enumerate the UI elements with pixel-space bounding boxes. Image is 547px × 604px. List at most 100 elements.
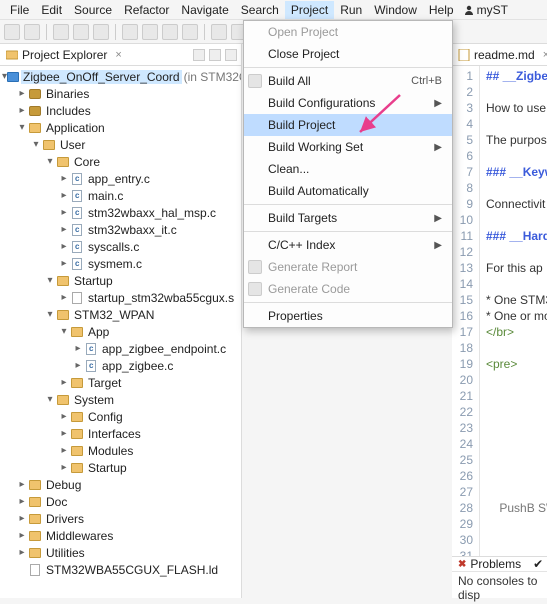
toolbar-button[interactable]	[53, 24, 69, 40]
tree-config[interactable]: ▸Config	[2, 408, 241, 425]
menu-file[interactable]: File	[4, 1, 35, 19]
tree-application[interactable]: ▾Application	[2, 119, 241, 136]
toolbar-button[interactable]	[122, 24, 138, 40]
menu-search[interactable]: Search	[235, 1, 285, 19]
expand-icon[interactable]: ▸	[16, 479, 28, 490]
toolbar-button[interactable]	[142, 24, 158, 40]
close-icon[interactable]: ×	[115, 49, 121, 61]
toolbar-button[interactable]	[162, 24, 178, 40]
tree-file[interactable]: ▸app_zigbee.c	[2, 357, 241, 374]
tree-system[interactable]: ▾System	[2, 391, 241, 408]
expand-icon[interactable]: ▸	[72, 360, 84, 371]
collapse-icon[interactable]: ▾	[16, 122, 28, 133]
tree-user[interactable]: ▾User	[2, 136, 241, 153]
expand-icon[interactable]: ▸	[58, 411, 70, 422]
expand-icon[interactable]: ▸	[58, 241, 70, 252]
collapse-icon[interactable]: ▾	[44, 309, 56, 320]
expand-icon[interactable]: ▸	[58, 173, 70, 184]
menu-window[interactable]: Window	[368, 1, 423, 19]
tree-ld-file[interactable]: STM32WBA55CGUX_FLASH.ld	[2, 561, 241, 578]
menu-build-project[interactable]: Build Project	[244, 114, 452, 136]
collapse-icon[interactable]: ▾	[58, 326, 70, 337]
tree-file[interactable]: ▸syscalls.c	[2, 238, 241, 255]
expand-icon[interactable]: ▸	[16, 105, 28, 116]
menu-help[interactable]: Help	[423, 1, 460, 19]
tree-stm32-wpan[interactable]: ▾STM32_WPAN	[2, 306, 241, 323]
view-menu-icon[interactable]	[225, 49, 237, 61]
collapse-icon[interactable]: ▾	[44, 275, 56, 286]
expand-icon[interactable]: ▸	[16, 530, 28, 541]
toolbar-button[interactable]	[73, 24, 89, 40]
tree-doc[interactable]: ▸Doc	[2, 493, 241, 510]
toolbar-button[interactable]	[211, 24, 227, 40]
tree-interfaces[interactable]: ▸Interfaces	[2, 425, 241, 442]
tree-utilities[interactable]: ▸Utilities	[2, 544, 241, 561]
code-area[interactable]: ## __Zigbee How to use The purpose ### _…	[480, 66, 547, 556]
tree-drivers[interactable]: ▸Drivers	[2, 510, 241, 527]
expand-icon[interactable]: ▸	[16, 496, 28, 507]
editor-body[interactable]: 1234567891011121314151617181920212223242…	[452, 66, 547, 556]
expand-icon[interactable]: ▸	[72, 343, 84, 354]
tree-file[interactable]: ▸stm32wbaxx_hal_msp.c	[2, 204, 241, 221]
tree-file[interactable]: ▸main.c	[2, 187, 241, 204]
expand-icon[interactable]: ▸	[16, 547, 28, 558]
tree-middlewares[interactable]: ▸Middlewares	[2, 527, 241, 544]
menu-build-working-set[interactable]: Build Working Set▶	[244, 136, 452, 158]
tab-tasks[interactable]: ✔Task	[527, 557, 547, 571]
tree-startup2[interactable]: ▸Startup	[2, 459, 241, 476]
tree-modules[interactable]: ▸Modules	[2, 442, 241, 459]
tree-binaries[interactable]: ▸Binaries	[2, 85, 241, 102]
toolbar-button[interactable]	[24, 24, 40, 40]
tree-core[interactable]: ▾Core	[2, 153, 241, 170]
menu-build-targets[interactable]: Build Targets▶	[244, 207, 452, 229]
tree-file[interactable]: ▸sysmem.c	[2, 255, 241, 272]
expand-icon[interactable]: ▸	[58, 224, 70, 235]
tab-readme[interactable]: readme.md ×	[452, 44, 547, 65]
tree-app[interactable]: ▾App	[2, 323, 241, 340]
menu-cpp-index[interactable]: C/C++ Index▶	[244, 234, 452, 256]
tree-file[interactable]: ▸app_entry.c	[2, 170, 241, 187]
project-tree[interactable]: ▾ Zigbee_OnOff_Server_Coord (in STM32Cu …	[0, 66, 241, 598]
expand-icon[interactable]: ▸	[58, 445, 70, 456]
tab-project-explorer[interactable]: Project Explorer ×	[0, 44, 128, 65]
expand-icon[interactable]: ▸	[16, 513, 28, 524]
expand-icon[interactable]: ▸	[58, 377, 70, 388]
link-editor-icon[interactable]	[193, 49, 205, 61]
menu-refactor[interactable]: Refactor	[118, 1, 175, 19]
menu-navigate[interactable]: Navigate	[175, 1, 234, 19]
tree-includes[interactable]: ▸Includes	[2, 102, 241, 119]
tree-file[interactable]: ▸app_zigbee_endpoint.c	[2, 340, 241, 357]
expand-icon[interactable]: ▸	[58, 207, 70, 218]
toolbar-button[interactable]	[4, 24, 20, 40]
expand-icon[interactable]: ▸	[58, 292, 70, 303]
tree-target[interactable]: ▸Target	[2, 374, 241, 391]
menu-close-project[interactable]: Close Project	[244, 43, 452, 65]
menu-build-configurations[interactable]: Build Configurations▶	[244, 92, 452, 114]
collapse-icon[interactable]: ▾	[44, 156, 56, 167]
collapse-all-icon[interactable]	[209, 49, 221, 61]
expand-icon[interactable]: ▸	[58, 258, 70, 269]
tree-debug[interactable]: ▸Debug	[2, 476, 241, 493]
expand-icon[interactable]: ▸	[16, 88, 28, 99]
close-icon[interactable]: ×	[543, 49, 547, 61]
expand-icon[interactable]: ▸	[58, 428, 70, 439]
tree-file[interactable]: ▸startup_stm32wba55cgux.s	[2, 289, 241, 306]
menu-properties[interactable]: Properties	[244, 305, 452, 327]
menu-build-all[interactable]: Build AllCtrl+B	[244, 70, 452, 92]
tree-file[interactable]: ▸stm32wbaxx_it.c	[2, 221, 241, 238]
collapse-icon[interactable]: ▾	[44, 394, 56, 405]
menu-run[interactable]: Run	[334, 1, 368, 19]
tree-startup[interactable]: ▾Startup	[2, 272, 241, 289]
menu-build-automatically[interactable]: Build Automatically	[244, 180, 452, 202]
menu-clean[interactable]: Clean...	[244, 158, 452, 180]
menu-edit[interactable]: Edit	[35, 1, 68, 19]
user-button[interactable]: myST	[464, 3, 508, 17]
toolbar-button[interactable]	[182, 24, 198, 40]
menu-source[interactable]: Source	[68, 1, 118, 19]
expand-icon[interactable]: ▸	[58, 462, 70, 473]
menu-project[interactable]: Project	[285, 1, 334, 19]
tree-project-root[interactable]: ▾ Zigbee_OnOff_Server_Coord (in STM32Cu	[2, 68, 241, 85]
toolbar-button[interactable]	[93, 24, 109, 40]
tab-problems[interactable]: ✖Problems	[452, 557, 527, 571]
expand-icon[interactable]: ▸	[58, 190, 70, 201]
